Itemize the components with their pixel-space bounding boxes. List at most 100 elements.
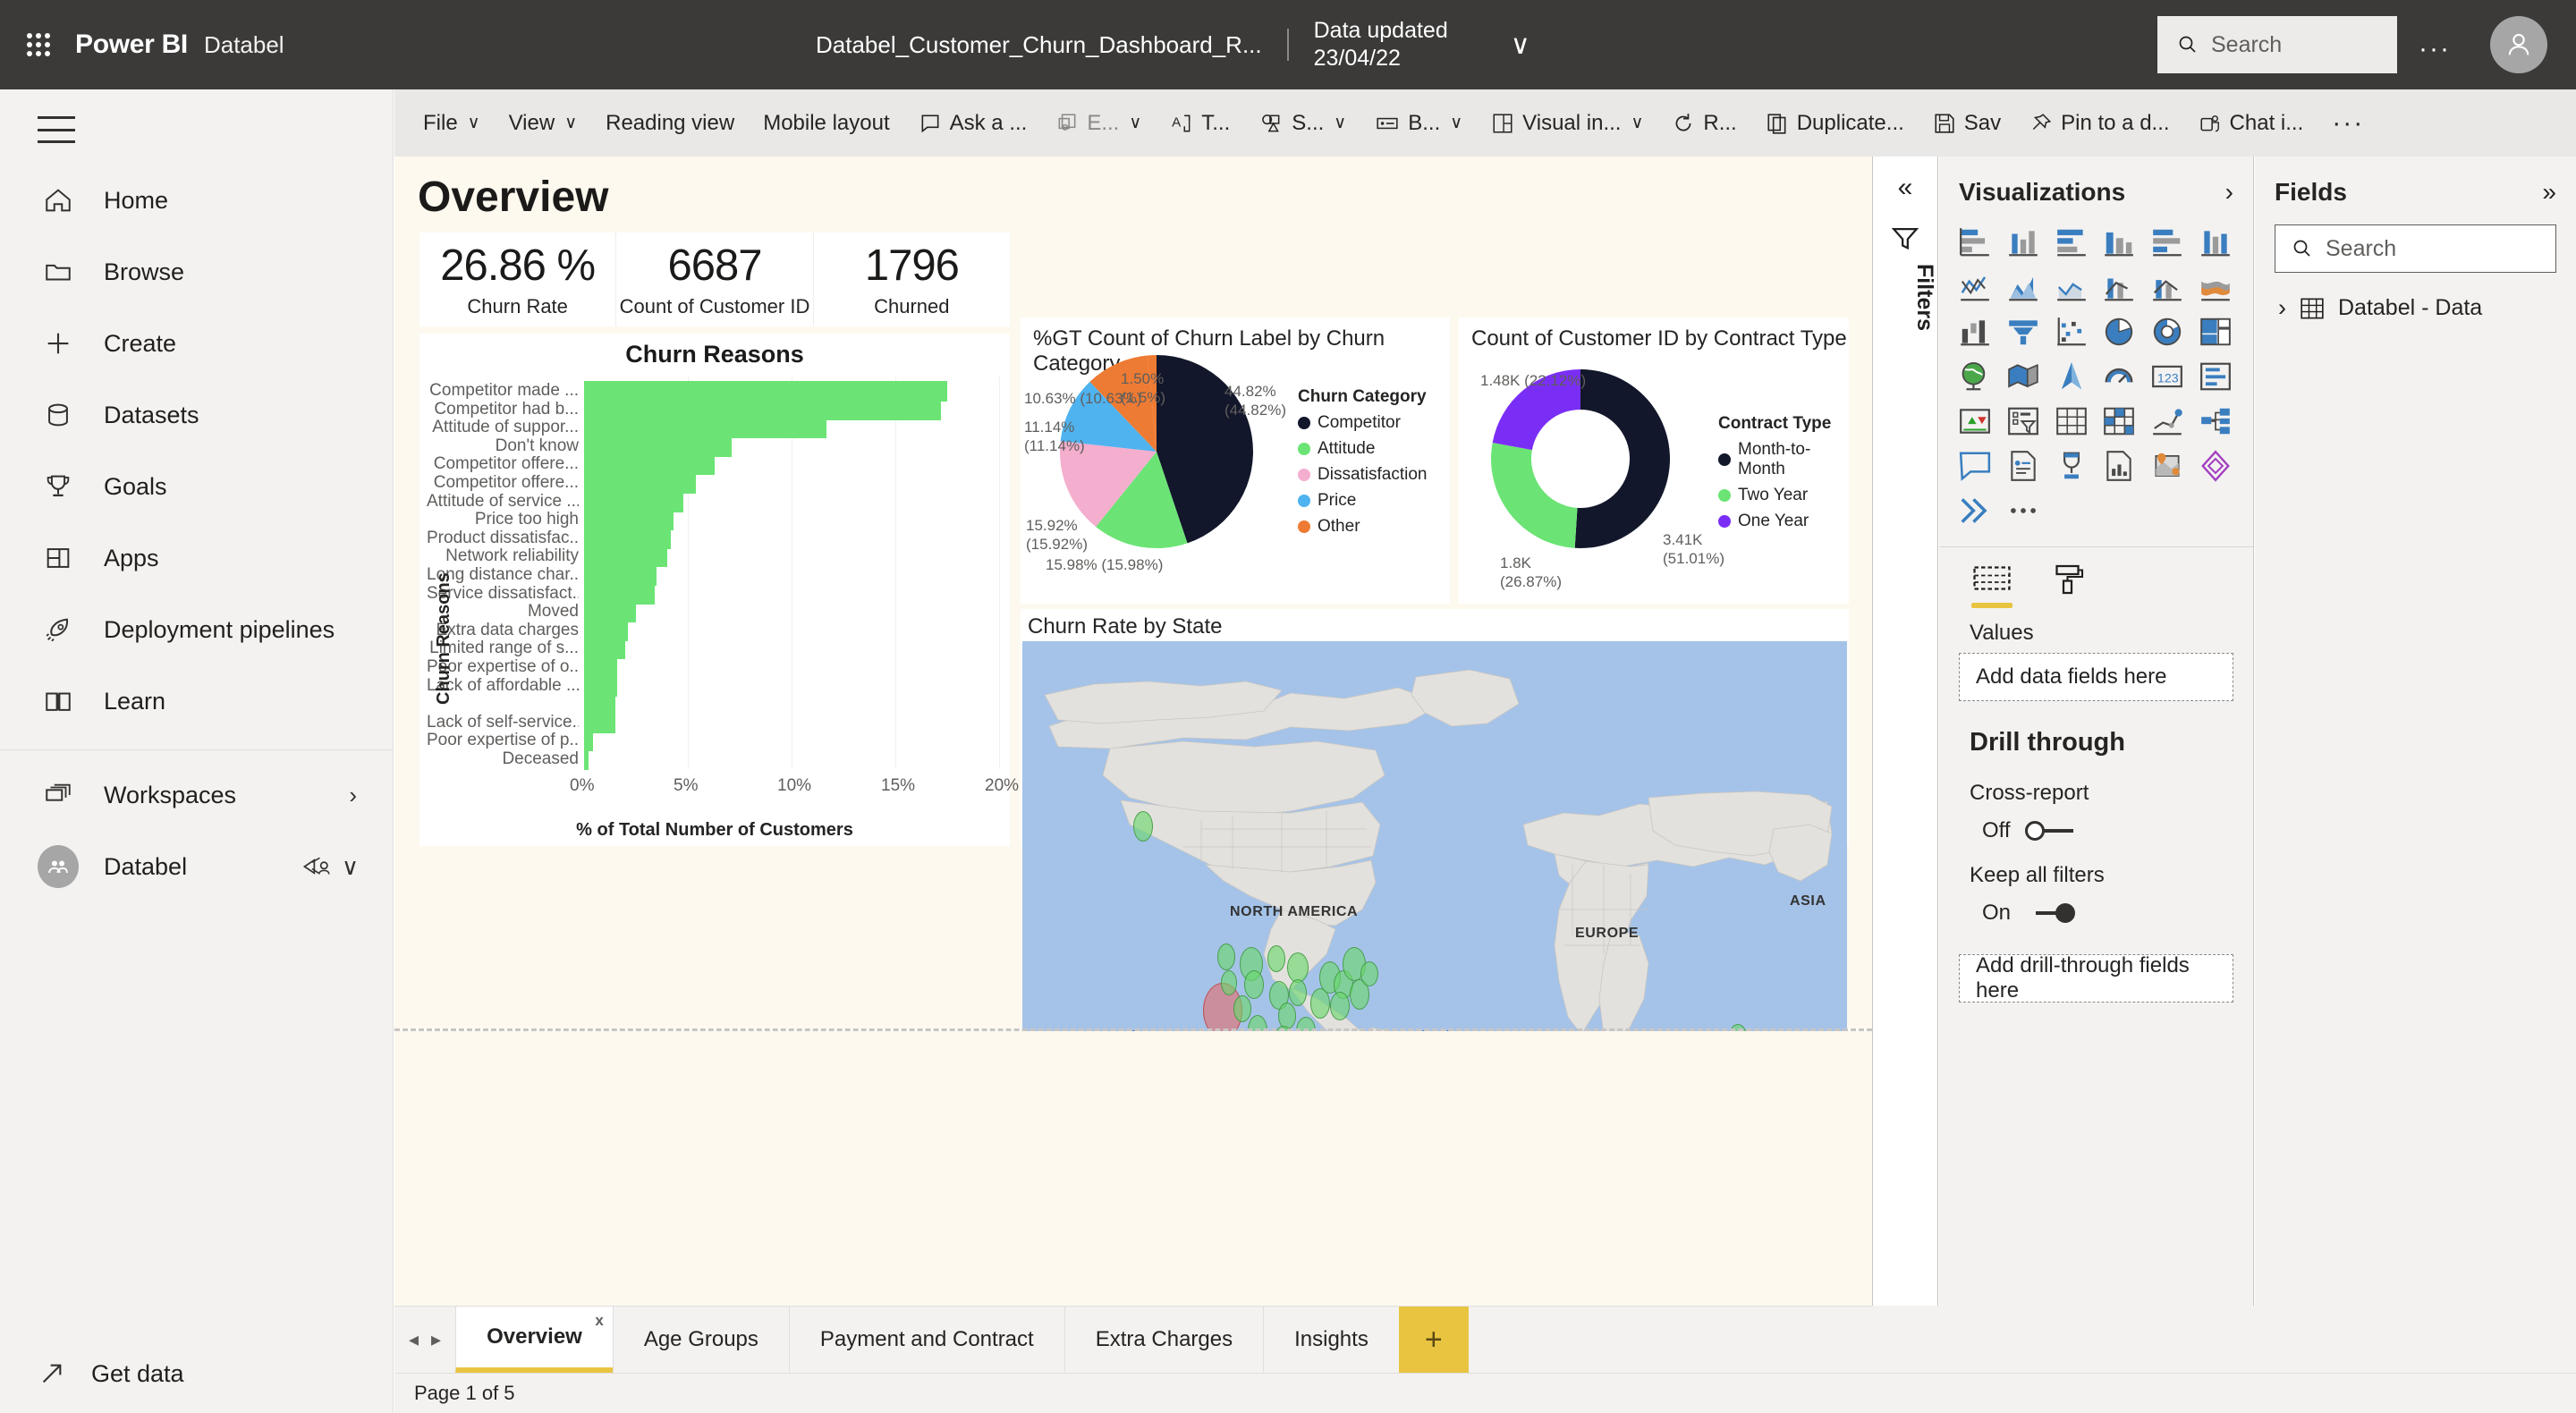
bar[interactable]: [584, 418, 827, 439]
toolbar-reading-view[interactable]: Reading view: [591, 97, 749, 149]
sidebar-item-current-workspace[interactable]: Databel ∨: [0, 831, 393, 902]
area-chart-icon[interactable]: [2004, 267, 2043, 307]
stacked-bar-chart-icon[interactable]: [1955, 223, 1995, 262]
bar[interactable]: [584, 749, 589, 770]
toolbar-save[interactable]: Sav: [1919, 97, 2015, 149]
map-bubble[interactable]: [1360, 961, 1378, 986]
r-script-visual-icon[interactable]: [2148, 402, 2187, 441]
donut-slice[interactable]: [1491, 443, 1578, 548]
map-bubble[interactable]: [1233, 995, 1251, 1022]
toolbar-more[interactable]: ···: [2318, 97, 2378, 149]
legend-item[interactable]: Dissatisfaction: [1298, 465, 1428, 485]
line-chart-icon[interactable]: [1955, 267, 1995, 307]
stacked-column-chart-icon[interactable]: [2004, 223, 2043, 262]
waterfall-chart-icon[interactable]: [1955, 312, 1995, 351]
toolbar-export[interactable]: E... ∨: [1041, 97, 1156, 149]
legend-item[interactable]: Month-to-Month: [1718, 440, 1849, 479]
key-influencers-icon[interactable]: [2052, 446, 2091, 486]
bar[interactable]: [584, 565, 657, 586]
map-icon[interactable]: [1955, 357, 1995, 396]
treemap-icon[interactable]: [2196, 312, 2235, 351]
stacked-area-chart-icon[interactable]: [2052, 267, 2091, 307]
visual-churn-rate-by-state-map[interactable]: Churn Rate by State NORTH AMERICA EUROPE…: [1021, 609, 1849, 1099]
keep-all-filters-toggle[interactable]: [2025, 903, 2076, 923]
bar[interactable]: [584, 657, 618, 678]
gauge-icon[interactable]: [2099, 357, 2139, 396]
map-bubble[interactable]: [1244, 970, 1264, 999]
legend-item[interactable]: Price: [1298, 491, 1428, 511]
more-visuals-icon[interactable]: [2004, 491, 2043, 530]
toolbar-mobile-layout[interactable]: Mobile layout: [749, 97, 903, 149]
donut-chart-icon[interactable]: [2148, 312, 2187, 351]
toolbar-ask-a-question[interactable]: Ask a ...: [904, 97, 1042, 149]
chevron-double-left-icon[interactable]: «: [1873, 157, 1937, 203]
bar[interactable]: [584, 381, 947, 402]
tab-payment-and-contract[interactable]: Payment and Contract: [788, 1307, 1064, 1373]
map-bubble[interactable]: [1267, 945, 1285, 972]
get-data-button[interactable]: Get data: [38, 1359, 184, 1388]
power-apps-icon[interactable]: [2196, 446, 2235, 486]
bar[interactable]: [584, 583, 655, 605]
toolbar-duplicate[interactable]: Duplicate...: [1751, 97, 1919, 149]
report-name[interactable]: Databel_Customer_Churn_Dashboard_R...: [816, 31, 1262, 59]
bar[interactable]: [584, 399, 942, 420]
chevron-down-icon[interactable]: ∨: [342, 853, 359, 881]
sidebar-item-learn[interactable]: Learn: [0, 665, 393, 737]
tab-extra-charges[interactable]: Extra Charges: [1063, 1307, 1263, 1373]
map-bubble[interactable]: [1217, 943, 1235, 970]
toolbar-pin-to-dashboard[interactable]: Pin to a d...: [2015, 97, 2183, 149]
scatter-chart-icon[interactable]: [2052, 312, 2091, 351]
map-bubble[interactable]: [1133, 811, 1153, 842]
slicer-icon[interactable]: [2004, 402, 2043, 441]
share-people-icon[interactable]: [302, 853, 333, 880]
bar[interactable]: [584, 639, 626, 660]
kpi-count-of-customer-id[interactable]: 6687 Count of Customer ID: [616, 233, 814, 326]
fields-table-item[interactable]: › Databel - Data: [2255, 273, 2576, 322]
bar[interactable]: [584, 491, 684, 512]
toolbar-text-box[interactable]: A T...: [1156, 97, 1244, 149]
100-stacked-column-chart-icon[interactable]: [2196, 223, 2235, 262]
q-and-a-icon[interactable]: [1955, 446, 1995, 486]
legend-item[interactable]: One Year: [1718, 512, 1849, 531]
chevron-right-icon[interactable]: ›: [2278, 294, 2286, 322]
bar[interactable]: [584, 454, 716, 476]
table-icon[interactable]: [2052, 402, 2091, 441]
map-bubble[interactable]: [1221, 970, 1237, 995]
bar[interactable]: [584, 528, 672, 549]
sidebar-item-home[interactable]: Home: [0, 165, 393, 236]
azure-map-icon[interactable]: [2148, 446, 2187, 486]
format-tab[interactable]: [2046, 563, 2091, 608]
bar[interactable]: [584, 436, 732, 457]
ribbon-chart-icon[interactable]: [2196, 267, 2235, 307]
sidebar-item-create[interactable]: Create: [0, 308, 393, 379]
line-stacked-column-icon[interactable]: [2099, 267, 2139, 307]
pie-chart-icon[interactable]: [2099, 312, 2139, 351]
visual-churn-reasons-bar-chart[interactable]: Churn Reasons 0% 5% 10% 15% 20% Competitor ma…: [419, 334, 1019, 846]
bar[interactable]: [584, 731, 594, 752]
waffle-icon[interactable]: [27, 33, 50, 56]
card-icon[interactable]: 123: [2148, 357, 2187, 396]
sidebar-item-datasets[interactable]: Datasets: [0, 379, 393, 451]
account-icon[interactable]: [2490, 16, 2547, 73]
chevron-left-icon[interactable]: ◂: [409, 1328, 419, 1351]
toolbar-shapes[interactable]: S... ∨: [1244, 97, 1360, 149]
bar[interactable]: [584, 712, 615, 733]
fields-search-input[interactable]: Search: [2275, 224, 2556, 273]
clustered-column-chart-icon[interactable]: [2099, 223, 2139, 262]
visual-contract-type-donut-chart[interactable]: Count of Customer ID by Contract Type 3.…: [1459, 317, 1849, 604]
toolbar-chat-in-teams[interactable]: Chat i...: [2184, 97, 2318, 149]
sidebar-item-workspaces[interactable]: Workspaces ›: [0, 759, 393, 831]
map-bubble[interactable]: [1287, 952, 1309, 983]
chevron-right-icon[interactable]: ▸: [431, 1328, 441, 1351]
power-automate-icon[interactable]: [1955, 491, 1995, 530]
multi-row-card-icon[interactable]: [2196, 357, 2235, 396]
add-page-button[interactable]: +: [1398, 1307, 1469, 1373]
hamburger-icon[interactable]: [38, 116, 75, 143]
sidebar-item-goals[interactable]: Goals: [0, 451, 393, 522]
close-icon[interactable]: x: [595, 1312, 603, 1330]
map-bubble[interactable]: [1289, 979, 1307, 1006]
kpi-icon[interactable]: [1955, 402, 1995, 441]
bar[interactable]: [584, 546, 667, 568]
sidebar-item-apps[interactable]: Apps: [0, 522, 393, 594]
tab-age-groups[interactable]: Age Groups: [612, 1307, 789, 1373]
